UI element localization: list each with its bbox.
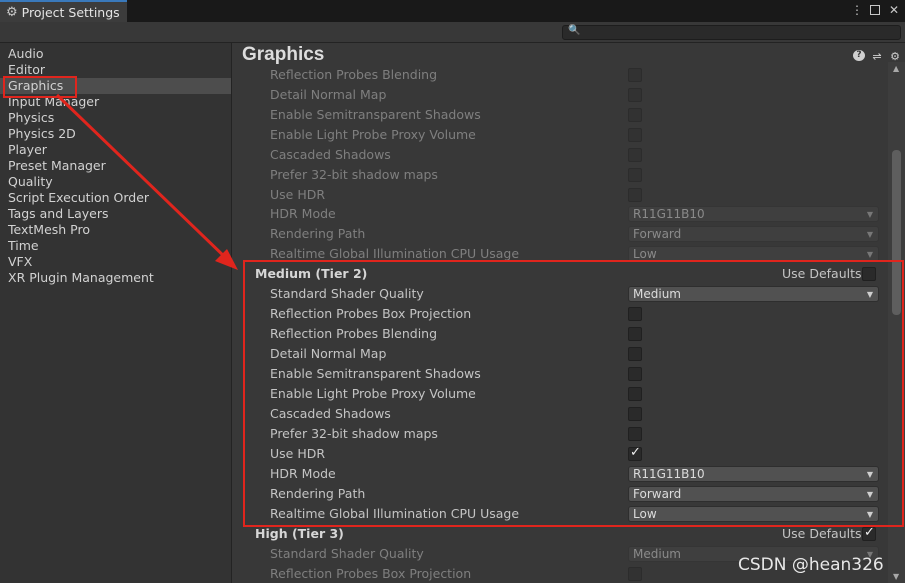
setting-checkbox <box>628 128 642 142</box>
setting-label: Realtime Global Illumination CPU Usage <box>270 246 520 261</box>
sidebar-item-textmesh-pro[interactable]: TextMesh Pro <box>0 222 231 238</box>
sidebar-item-physics-2d[interactable]: Physics 2D <box>0 126 231 142</box>
gear-icon: ⚙ <box>6 4 18 20</box>
setting-label: Prefer 32-bit shadow maps <box>270 167 438 182</box>
tier-title: High (Tier 3) <box>255 526 344 541</box>
more-options-icon[interactable]: ⋮ <box>851 3 863 17</box>
window-controls: ⋮ ✕ <box>851 3 899 17</box>
setting-label: Rendering Path <box>270 226 366 241</box>
help-icon[interactable]: ? <box>853 50 865 61</box>
settings-row: Use HDR <box>233 185 888 205</box>
watermark: CSDN @hean326 <box>738 555 884 575</box>
search-input[interactable]: 🔍 <box>562 25 901 40</box>
annotation-highlight-medium-tier <box>243 260 904 527</box>
sidebar-item-physics[interactable]: Physics <box>0 110 231 126</box>
settings-row: Enable Light Probe Proxy Volume <box>233 125 888 145</box>
setting-label: Enable Light Probe Proxy Volume <box>270 127 476 142</box>
setting-dropdown: R11G11B10 <box>628 206 879 222</box>
settings-row: HDR Mode R11G11B10 <box>233 204 888 224</box>
maximize-icon[interactable] <box>870 3 880 17</box>
title-bar: ⚙ Project Settings ⋮ ✕ <box>0 0 905 22</box>
sidebar-item-player[interactable]: Player <box>0 142 231 158</box>
setting-label: HDR Mode <box>270 206 336 221</box>
search-icon: 🔍 <box>568 25 581 36</box>
tier-header-high: High (Tier 3) Use Defaults <box>233 524 888 544</box>
sidebar-item-preset-manager[interactable]: Preset Manager <box>0 158 231 174</box>
sidebar-item-tags-and-layers[interactable]: Tags and Layers <box>0 206 231 222</box>
use-defaults-label: Use Defaults <box>782 526 862 541</box>
scroll-down-arrow-icon[interactable]: ▼ <box>893 572 899 581</box>
setting-checkbox <box>628 108 642 122</box>
setting-checkbox <box>628 168 642 182</box>
settings-sidebar: Audio Editor Graphics Input Manager Phys… <box>0 43 232 583</box>
page-title: Graphics <box>242 44 325 65</box>
use-defaults-checkbox[interactable] <box>862 525 876 541</box>
annotation-highlight-graphics <box>3 76 77 98</box>
setting-label: Enable Semitransparent Shadows <box>270 107 481 122</box>
setting-label: Use HDR <box>270 187 326 202</box>
settings-row: Prefer 32-bit shadow maps <box>233 165 888 185</box>
sidebar-item-time[interactable]: Time <box>0 238 231 254</box>
settings-row: Reflection Probes Blending <box>233 65 888 85</box>
settings-row: Enable Semitransparent Shadows <box>233 105 888 125</box>
setting-checkbox <box>628 88 642 102</box>
settings-row: Detail Normal Map <box>233 85 888 105</box>
sidebar-item-audio[interactable]: Audio <box>0 46 231 62</box>
setting-label: Standard Shader Quality <box>270 546 424 561</box>
setting-label: Reflection Probes Box Projection <box>270 566 472 581</box>
setting-checkbox <box>628 148 642 162</box>
toolbar: 🔍 <box>0 22 905 43</box>
setting-dropdown: Forward <box>628 226 879 242</box>
settings-row: Cascaded Shadows <box>233 145 888 165</box>
setting-checkbox <box>628 68 642 82</box>
setting-label: Detail Normal Map <box>270 87 387 102</box>
setting-label: Reflection Probes Blending <box>270 67 438 82</box>
setting-checkbox <box>628 567 642 581</box>
setting-checkbox <box>628 188 642 202</box>
sidebar-item-xr-plugin-management[interactable]: XR Plugin Management <box>0 270 231 286</box>
tab-project-settings[interactable]: ⚙ Project Settings <box>0 0 127 22</box>
close-icon[interactable]: ✕ <box>889 3 899 17</box>
sidebar-item-quality[interactable]: Quality <box>0 174 231 190</box>
preset-icon[interactable]: ⇌ <box>871 50 883 63</box>
scroll-up-arrow-icon[interactable]: ▲ <box>893 64 899 73</box>
sidebar-item-vfx[interactable]: VFX <box>0 254 231 270</box>
tab-title: Project Settings <box>21 4 120 20</box>
setting-label: Cascaded Shadows <box>270 147 391 162</box>
sidebar-item-script-execution-order[interactable]: Script Execution Order <box>0 190 231 206</box>
settings-row: Rendering Path Forward <box>233 224 888 244</box>
